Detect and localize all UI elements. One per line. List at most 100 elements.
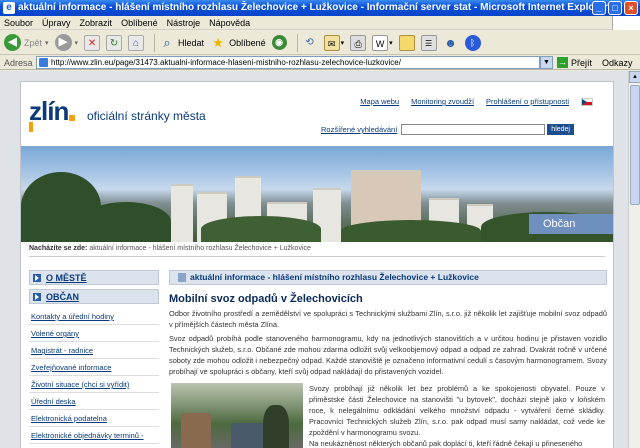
search-button[interactable]: ⌕ Hledat (159, 35, 204, 51)
nav-heading-o-meste[interactable]: O MĚSTĚ (29, 270, 159, 285)
section-title-bar: aktuální informace - hlášení místního ro… (169, 270, 607, 285)
logo-accent (69, 115, 75, 121)
mail-icon: ✉ (323, 34, 340, 51)
edit-button[interactable]: W ▾ (372, 34, 393, 51)
menu-zobrazit[interactable]: Zobrazit (80, 16, 113, 29)
address-url: http://www.zlin.eu/page/31473.aktualni-i… (51, 58, 401, 67)
address-bar: Adresa http://www.zlin.eu/page/31473.akt… (0, 56, 640, 70)
research-button[interactable]: ☰ (420, 34, 437, 51)
bluetooth-icon: ᛒ (464, 34, 481, 51)
main-content: aktuální informace - hlášení místního ro… (169, 270, 607, 448)
back-button[interactable]: ◀ Zpět ▾ (4, 34, 49, 51)
discuss-button[interactable] (398, 34, 415, 51)
bluetooth-button[interactable]: ᛒ (464, 34, 481, 51)
site-search-button[interactable]: hledej (547, 124, 574, 135)
photo-shape (181, 413, 211, 448)
back-arrow-icon: ◀ (4, 34, 21, 51)
links-label[interactable]: Odkazy (602, 58, 633, 68)
monitoring-link[interactable]: Monitoring zvoudží (411, 97, 474, 106)
stop-button[interactable]: ✕ (84, 34, 101, 51)
building (171, 184, 193, 242)
refresh-button[interactable]: ↻ (106, 34, 123, 51)
window-title: aktuální informace - hlášení místního ro… (18, 2, 608, 13)
favorites-button[interactable]: ★ Oblíbené (210, 34, 265, 51)
edit-page-icon: W (372, 34, 389, 51)
home-icon: ⌂ (128, 34, 145, 51)
page-viewport: zlín oficiální stránky města Mapa webu M… (0, 71, 628, 448)
print-button[interactable]: ⎙ (350, 34, 367, 51)
history-button[interactable]: ⟲ (302, 35, 318, 51)
article-side-text: Svozy probíhají již několik let bez prob… (309, 383, 605, 448)
menu-napoveda[interactable]: Nápověda (209, 16, 250, 29)
arrow-icon (33, 292, 41, 301)
nav-item-magistrat[interactable]: Magistrát - radnice (29, 342, 159, 359)
sitemap-link[interactable]: Mapa webu (360, 97, 399, 106)
nav-item-zivotni-situace[interactable]: Životní situace (chci si vyřídit) (29, 376, 159, 393)
media-button[interactable]: ◉ (271, 35, 287, 50)
ie-icon: e (3, 2, 15, 14)
breadcrumb: Nacházíte se zde: aktuální informace - h… (29, 245, 311, 252)
nav-item-podatelna[interactable]: Elektronická podatelna (29, 410, 159, 427)
nav-item-objednavky[interactable]: Elektronické objednávky terminů - (29, 427, 159, 444)
maximize-button[interactable]: □ (608, 1, 622, 15)
forward-button[interactable]: ▶ ▾ (54, 34, 79, 51)
breadcrumb-path[interactable]: aktuální informace - hlášení místního ro… (89, 245, 311, 252)
research-icon: ☰ (420, 34, 437, 51)
home-button[interactable]: ⌂ (128, 34, 145, 51)
menu-nastroje[interactable]: Nástroje (167, 16, 201, 29)
menu-upravy[interactable]: Úpravy (42, 16, 71, 29)
back-dropdown-icon[interactable]: ▾ (45, 39, 49, 47)
nav-item-zverejnovane[interactable]: Zveřejňované informace (29, 359, 159, 376)
site-search-input[interactable] (401, 124, 546, 135)
star-icon: ★ (212, 34, 224, 50)
site-tagline: oficiální stránky města (87, 109, 206, 123)
nav-heading-obcan[interactable]: OBČAN (29, 289, 159, 304)
scroll-up-arrow-icon[interactable]: ▲ (629, 71, 640, 83)
trees (341, 220, 481, 242)
printer-icon: ⎙ (350, 34, 367, 51)
article-paragraph: Odbor životního prostředí a zemědělství … (169, 309, 607, 329)
menu-oblibene[interactable]: Oblíbené (121, 16, 158, 29)
city-photo-banner: Občan (21, 146, 613, 242)
divider (29, 256, 605, 257)
breadcrumb-prefix: Nacházíte se zde: (29, 245, 88, 252)
zlin-logo[interactable]: zlín (29, 96, 69, 127)
scrollbar-thumb[interactable] (630, 85, 640, 205)
trees (81, 202, 171, 242)
nav-item-kontakty[interactable]: Kontakty a úřední hodiny (29, 308, 159, 325)
nav-item-volene-organy[interactable]: Volené orgány (29, 325, 159, 342)
left-navigation: O MĚSTĚ OBČAN Kontakty a úřední hodiny V… (29, 270, 159, 444)
stop-icon: ✕ (84, 34, 101, 51)
address-label: Adresa (4, 57, 33, 68)
article-paragraph: Svoz odpadů probíhá podle stanoveného ha… (169, 334, 607, 376)
vertical-scrollbar[interactable]: ▲ (628, 71, 640, 448)
menu-bar: Soubor Úpravy Zobrazit Oblíbené Nástroje… (0, 16, 640, 30)
trees (201, 216, 321, 242)
site-search: Rozšířené vyhledávání hledej (321, 124, 574, 135)
forward-dropdown-icon[interactable]: ▾ (75, 39, 79, 47)
history-icon: ⟲ (305, 36, 314, 48)
banner-section-label: Občan (529, 214, 613, 234)
czech-flag-icon[interactable] (581, 97, 593, 106)
nav-item-uredni-deska[interactable]: Úřední deska (29, 393, 159, 410)
go-button[interactable]: → Přejít (557, 57, 592, 68)
web-page: zlín oficiální stránky města Mapa webu M… (20, 81, 614, 448)
close-button[interactable]: × (624, 1, 638, 15)
toolbar-separator (154, 33, 156, 52)
messenger-button[interactable]: ☻ (443, 35, 459, 51)
accessibility-link[interactable]: Prohlášení o přístupnosti (486, 97, 569, 106)
article-paragraph: Svozy probíhají již několik let bez prob… (309, 384, 605, 437)
toolbar: ◀ Zpět ▾ ▶ ▾ ✕ ↻ ⌂ ⌕ Hledat ★ Oblíbené ◉… (0, 31, 640, 55)
menu-soubor[interactable]: Soubor (4, 16, 33, 29)
arrow-icon (33, 273, 41, 282)
advanced-search-link[interactable]: Rozšířené vyhledávání (321, 125, 397, 134)
top-links: Mapa webu Monitoring zvoudží Prohlášení … (360, 97, 593, 106)
mail-button[interactable]: ✉ ▾ (323, 34, 344, 51)
article-title: Mobilní svoz odpadů v Želechovicích (169, 293, 363, 305)
window-title-bar: e aktuální informace - hlášení místního … (0, 0, 640, 16)
photo-shape (263, 405, 289, 448)
minimize-button[interactable]: _ (592, 1, 606, 15)
address-input[interactable]: http://www.zlin.eu/page/31473.aktualni-i… (36, 56, 540, 69)
address-dropdown-icon[interactable]: ▼ (540, 56, 553, 69)
messenger-icon: ☻ (444, 35, 457, 50)
